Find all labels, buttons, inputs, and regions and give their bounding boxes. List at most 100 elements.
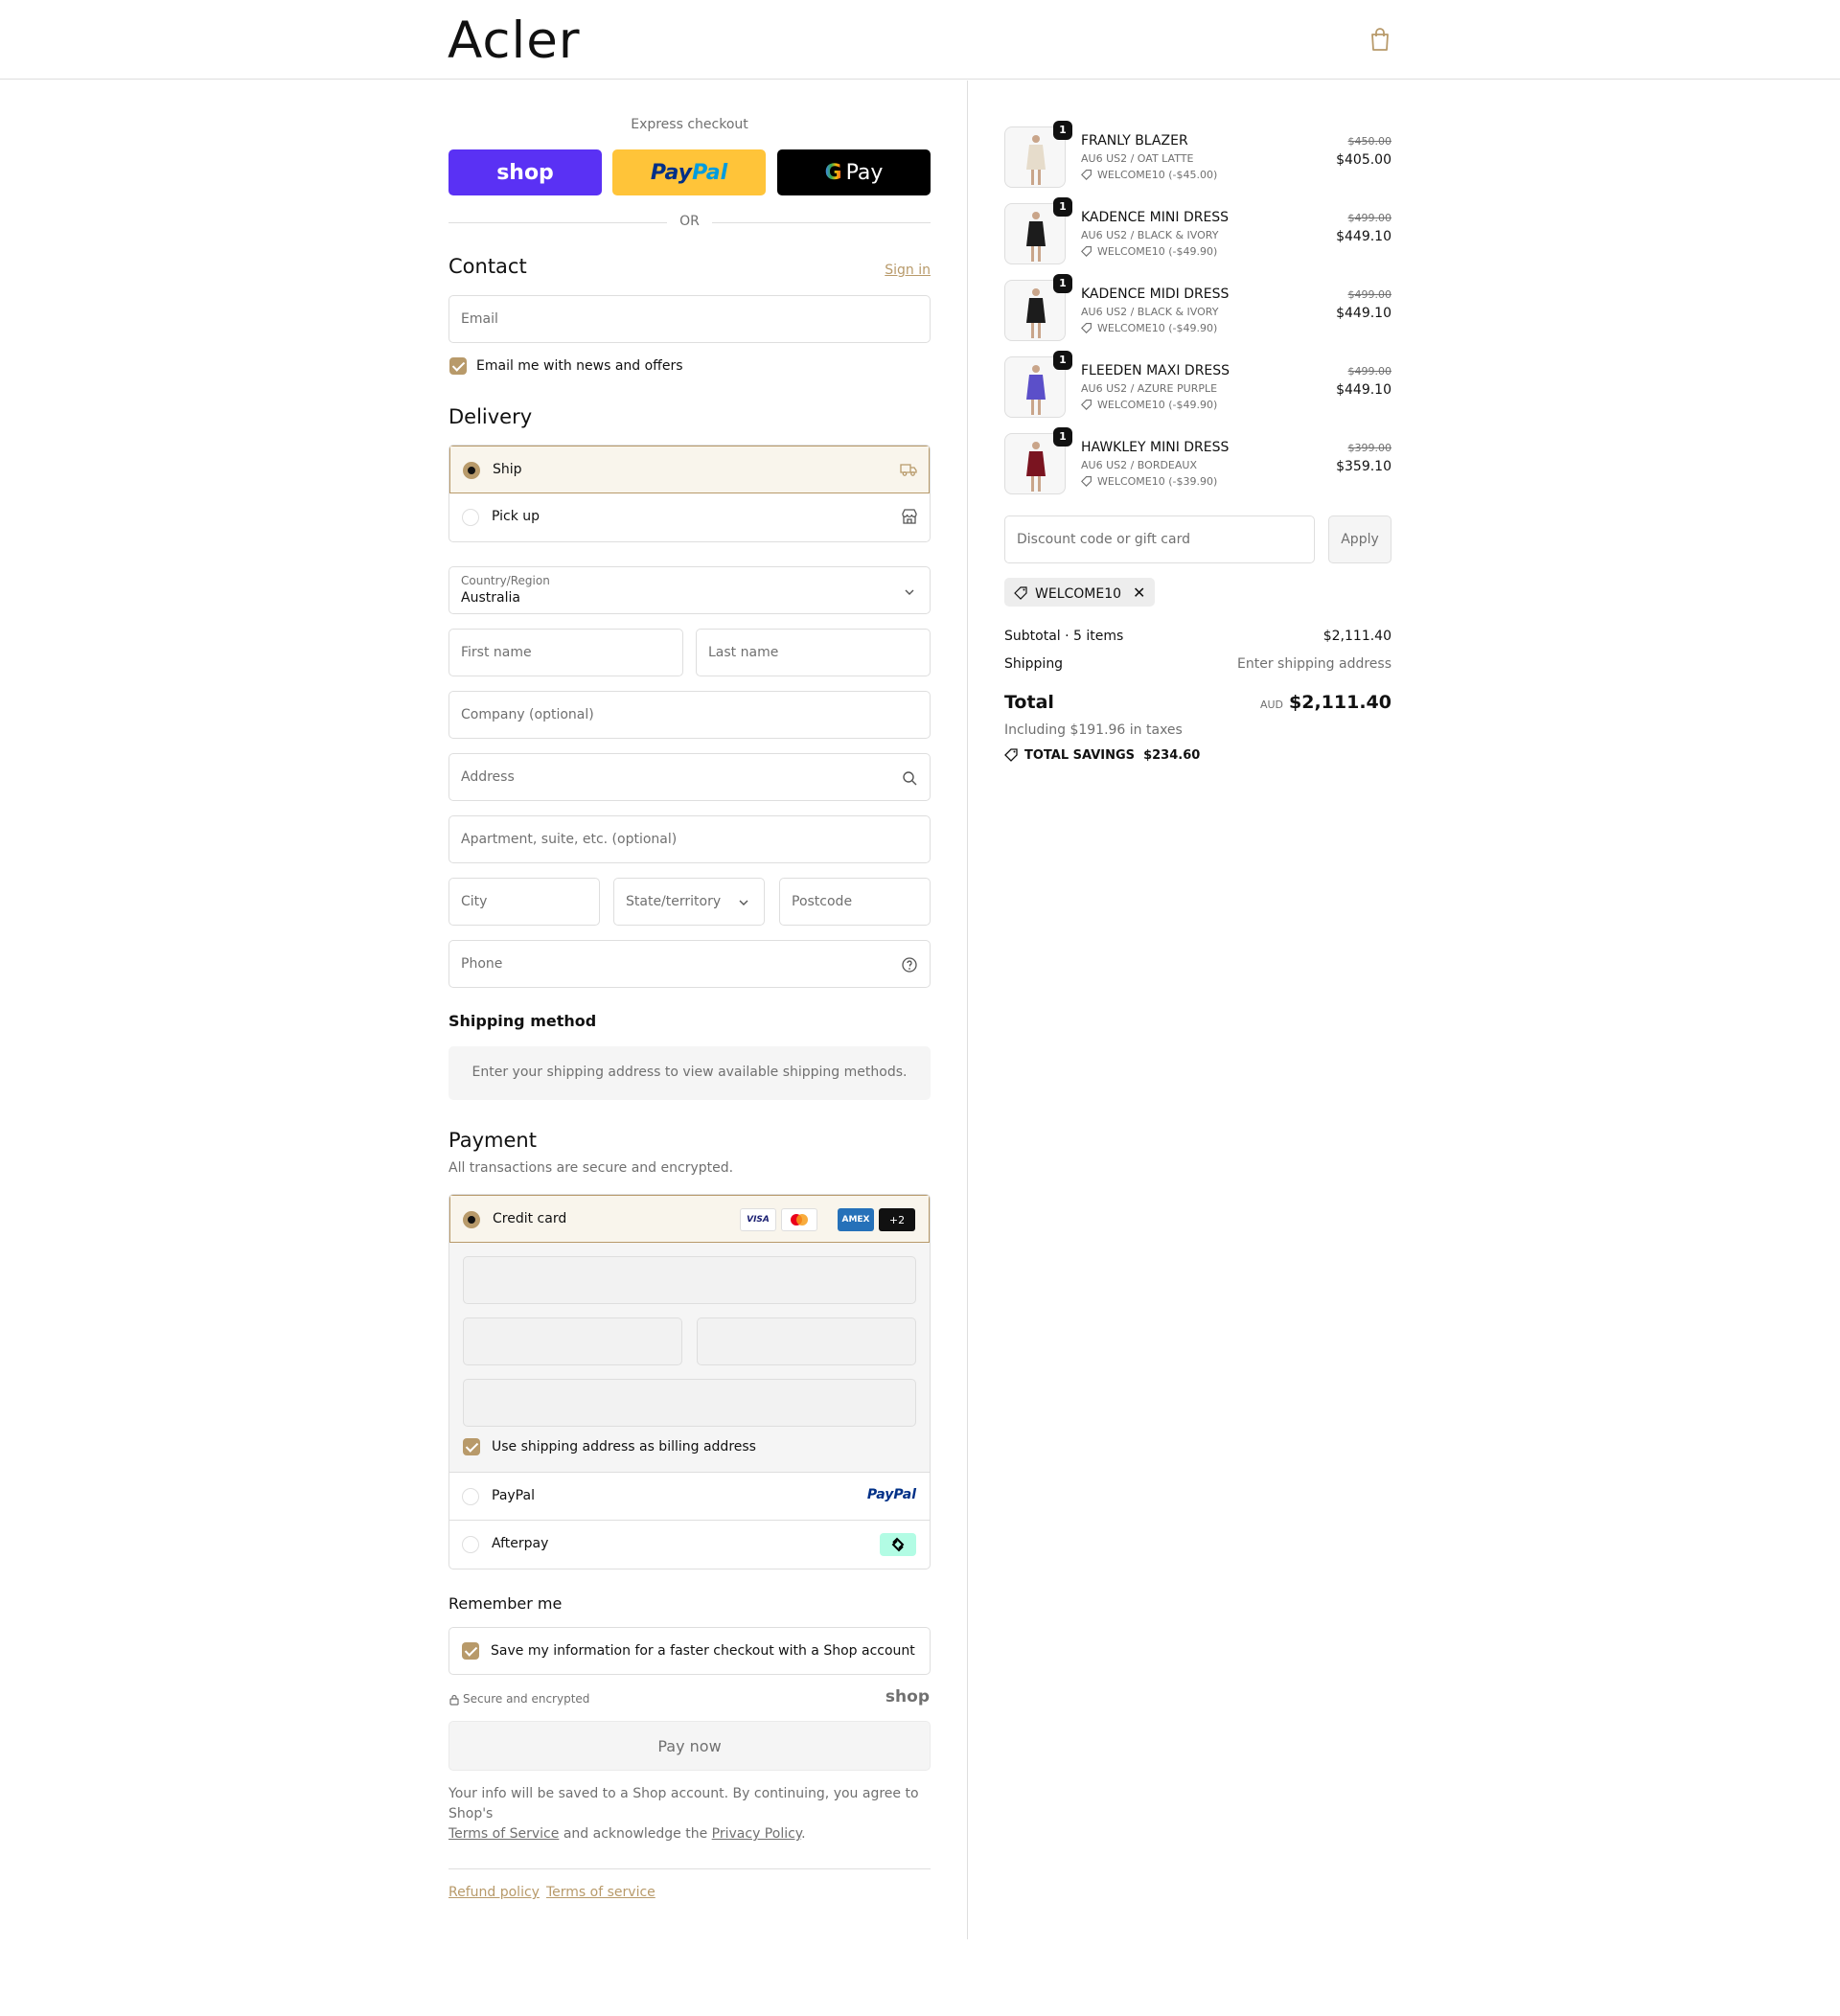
ship-radio[interactable] [463,462,480,479]
last-name-field[interactable]: Last name [696,629,931,676]
news-checkbox[interactable] [449,357,467,375]
apply-button[interactable]: Apply [1328,515,1392,563]
chevron-down-icon [739,900,748,905]
shipping-method-title: Shipping method [448,1012,597,1030]
column-divider [967,80,968,1939]
item-original-price: $499.00 [1347,288,1392,301]
payment-method-group: Credit card VISA AMEX +2 Use shipping ad… [448,1194,931,1569]
delivery-title: Delivery [448,405,533,428]
item-name: HAWKLEY MINI DRESS [1081,440,1230,455]
remember-me-title: Remember me [448,1594,563,1613]
refund-policy-link[interactable]: Refund policy [448,1885,540,1900]
paypal-button[interactable]: Pay Pal [612,149,766,195]
legal-text: Your info will be saved to a Shop accoun… [448,1786,919,1842]
tag-icon [1081,170,1092,180]
discount-code-field[interactable]: Discount code or gift card [1004,515,1315,563]
card-name-field[interactable] [463,1379,916,1427]
country-select[interactable]: Country/Region Australia [448,566,931,614]
afterpay-option[interactable]: Afterpay [449,1521,930,1569]
contact-title: Contact [448,255,527,278]
mastercard-icon [781,1208,817,1231]
card-details-panel: Use shipping address as billing address [449,1243,930,1473]
tag-icon [1004,748,1018,762]
tag-icon [1081,246,1092,257]
item-variant: AU6 US2 / BORDEAUX [1081,459,1197,471]
city-field[interactable]: City [448,878,600,926]
apartment-field[interactable]: Apartment, suite, etc. (optional) [448,815,931,863]
item-discount: WELCOME10 (-$49.90) [1081,245,1217,258]
search-icon[interactable] [901,769,918,787]
shop-logo: shop [885,1687,930,1707]
express-checkout-title: Express checkout [631,117,748,132]
credit-card-radio[interactable] [463,1211,480,1228]
shipping-method-notice: Enter your shipping address to view avai… [448,1046,931,1100]
quantity-badge: 1 [1053,121,1072,140]
first-name-field[interactable]: First name [448,629,683,676]
state-select[interactable]: State/territory [613,878,765,926]
card-number-field[interactable] [463,1256,916,1304]
ship-option[interactable]: Ship [449,446,930,493]
payment-subtitle: All transactions are secure and encrypte… [448,1160,734,1176]
total-savings: TOTAL SAVINGS $234.60 [1004,747,1200,763]
billing-same-label: Use shipping address as billing address [492,1439,756,1455]
footer-divider [448,1868,931,1869]
line-item: 1 KADENCE MINI DRESS AU6 US2 / BLACK & IVO… [1004,197,1392,266]
pickup-option[interactable]: Pick up [449,493,930,541]
secure-encrypted-text: Secure and encrypted [463,1692,590,1706]
billing-same-checkbox[interactable] [463,1438,480,1455]
help-circle-icon[interactable] [901,956,918,974]
terms-of-service-link[interactable]: Terms of Service [448,1826,559,1842]
quantity-badge: 1 [1053,197,1072,217]
sign-in-link[interactable]: Sign in [885,263,931,278]
total-row: Total AUD $2,111.40 [1004,692,1392,713]
item-price: $449.10 [1336,306,1392,321]
quantity-badge: 1 [1053,427,1072,447]
item-price: $359.10 [1336,459,1392,474]
card-expiry-field[interactable] [463,1317,682,1365]
news-label: Email me with news and offers [476,358,683,374]
save-info-label: Save my information for a faster checkou… [491,1643,915,1659]
google-pay-button[interactable]: G Pay [777,149,931,195]
store-logo[interactable]: Acler [448,11,581,70]
item-price: $449.10 [1336,382,1392,398]
quantity-badge: 1 [1053,351,1072,370]
google-g-icon: G [824,160,842,185]
item-original-price: $450.00 [1347,135,1392,148]
quantity-badge: 1 [1053,274,1072,293]
header: Acler [0,0,1840,80]
save-info-checkbox[interactable] [462,1642,479,1660]
terms-of-service-footer-link[interactable]: Terms of service [546,1885,656,1900]
applied-discount-chip: WELCOME10 ✕ [1004,578,1156,607]
line-item: 1 HAWKLEY MINI DRESS AU6 US2 / BORDEAUX WEL… [1004,427,1392,496]
privacy-policy-link[interactable]: Privacy Policy [712,1826,801,1842]
store-icon [902,509,917,524]
paypal-radio[interactable] [462,1488,479,1505]
pay-now-button[interactable]: Pay now [448,1721,931,1771]
shop-pay-button[interactable]: shop [448,149,602,195]
taxes-note: Including $191.96 in taxes [1004,722,1183,738]
phone-field[interactable]: Phone [448,940,931,988]
email-field[interactable]: Email [448,295,931,343]
paypal-option[interactable]: PayPal PayPal [449,1473,930,1521]
address-field[interactable]: Address [448,753,931,801]
afterpay-radio[interactable] [462,1536,479,1553]
or-divider: OR [448,213,931,232]
item-original-price: $499.00 [1347,212,1392,224]
item-variant: AU6 US2 / BLACK & IVORY [1081,306,1219,318]
postcode-field[interactable]: Postcode [779,878,931,926]
item-variant: AU6 US2 / OAT LATTE [1081,152,1194,165]
company-field[interactable]: Company (optional) [448,691,931,739]
subtotal-row: Subtotal · 5 items $2,111.40 [1004,629,1392,644]
tag-icon [1081,476,1092,487]
payment-title: Payment [448,1129,537,1152]
item-name: KADENCE MINI DRESS [1081,210,1230,225]
line-item: 1 FLEEDEN MAXI DRESS AU6 US2 / AZURE PURPL… [1004,351,1392,420]
shopping-bag-icon[interactable] [1368,27,1392,52]
delivery-method-group: Ship Pick up [448,445,931,542]
item-name: KADENCE MIDI DRESS [1081,286,1230,302]
pickup-radio[interactable] [462,509,479,526]
line-item: 1 KADENCE MIDI DRESS AU6 US2 / BLACK & IVO… [1004,274,1392,343]
credit-card-option[interactable]: Credit card VISA AMEX +2 [449,1195,930,1243]
remove-discount-icon[interactable]: ✕ [1133,584,1145,602]
card-cvv-field[interactable] [697,1317,916,1365]
